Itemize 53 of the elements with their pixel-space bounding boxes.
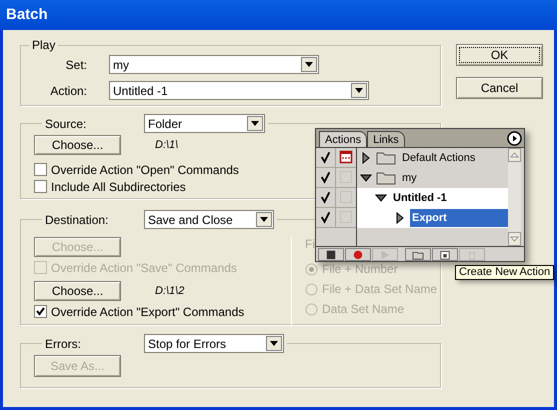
toggle-checkbox[interactable] — [316, 208, 336, 227]
folder-icon — [376, 150, 396, 166]
collapsed-triangle-icon[interactable] — [394, 212, 406, 224]
tooltip: Create New Action — [455, 265, 554, 280]
toggle-checkbox[interactable] — [316, 148, 336, 167]
source-dropdown[interactable]: Folder — [144, 114, 265, 133]
radio-label: File + Data Set Name — [322, 281, 438, 298]
checkbox[interactable] — [34, 180, 47, 193]
folder-path: D:\1\ — [155, 138, 178, 153]
panel-tab[interactable]: Links — [367, 130, 405, 147]
radio-label: File + Number — [322, 261, 398, 278]
checkbox-label: Override Action "Open" Commands — [51, 162, 239, 178]
group-label: Destination: — [45, 212, 110, 228]
scroll-down-icon[interactable] — [508, 232, 521, 246]
checkbox-label: Override Action "Save" Commands — [51, 260, 237, 276]
toggle-checkbox[interactable] — [316, 168, 336, 187]
toggle-checkbox[interactable] — [316, 188, 336, 207]
checkbox-label: Override Action "Export" Commands — [51, 304, 244, 320]
stop-icon[interactable] — [318, 248, 344, 261]
folder-path: D:\1\2 — [155, 284, 184, 299]
collapsed-triangle-icon[interactable] — [360, 152, 372, 164]
ok-button[interactable]: OK — [456, 44, 543, 66]
folder-icon[interactable] — [405, 248, 431, 261]
panel-tab[interactable]: Actions — [319, 130, 368, 147]
scroll-up-icon[interactable] — [508, 148, 521, 162]
expanded-triangle-icon[interactable] — [375, 192, 387, 204]
checkbox[interactable] — [34, 305, 47, 318]
action-dropdown[interactable]: Untitled -1 — [109, 81, 369, 100]
expanded-triangle-icon[interactable] — [360, 172, 372, 184]
errors-dropdown[interactable]: Stop for Errors — [144, 334, 284, 353]
group-label: Source: — [45, 116, 88, 132]
new-page-icon[interactable] — [432, 248, 458, 261]
checkbox-label: Include All Subdirectories — [51, 178, 186, 196]
set-dropdown[interactable]: my — [109, 55, 319, 74]
action-item[interactable]: Export — [410, 208, 508, 227]
action-item[interactable]: my — [400, 168, 508, 187]
group-heading: Fi — [305, 236, 315, 253]
group-label: Play — [32, 38, 56, 52]
radio-label: Data Set Name — [322, 301, 404, 318]
destination-dropdown[interactable]: Save and Close — [144, 210, 274, 229]
action-item[interactable]: Default Actions — [400, 148, 508, 167]
folder-icon — [376, 170, 396, 186]
scrollbar[interactable] — [508, 148, 521, 246]
field-label: Action: — [49, 82, 87, 100]
cancel-button[interactable]: Cancel — [456, 77, 543, 99]
field-label: Set: — [64, 56, 87, 74]
window-title: Batch — [6, 4, 48, 25]
panel-menu-icon[interactable] — [507, 131, 522, 146]
group-label: Errors: — [45, 336, 82, 352]
checkbox[interactable] — [34, 163, 47, 176]
choose-button[interactable]: Choose... — [34, 281, 121, 301]
choose-button[interactable]: Choose... — [34, 135, 121, 155]
record-icon[interactable] — [345, 248, 371, 261]
